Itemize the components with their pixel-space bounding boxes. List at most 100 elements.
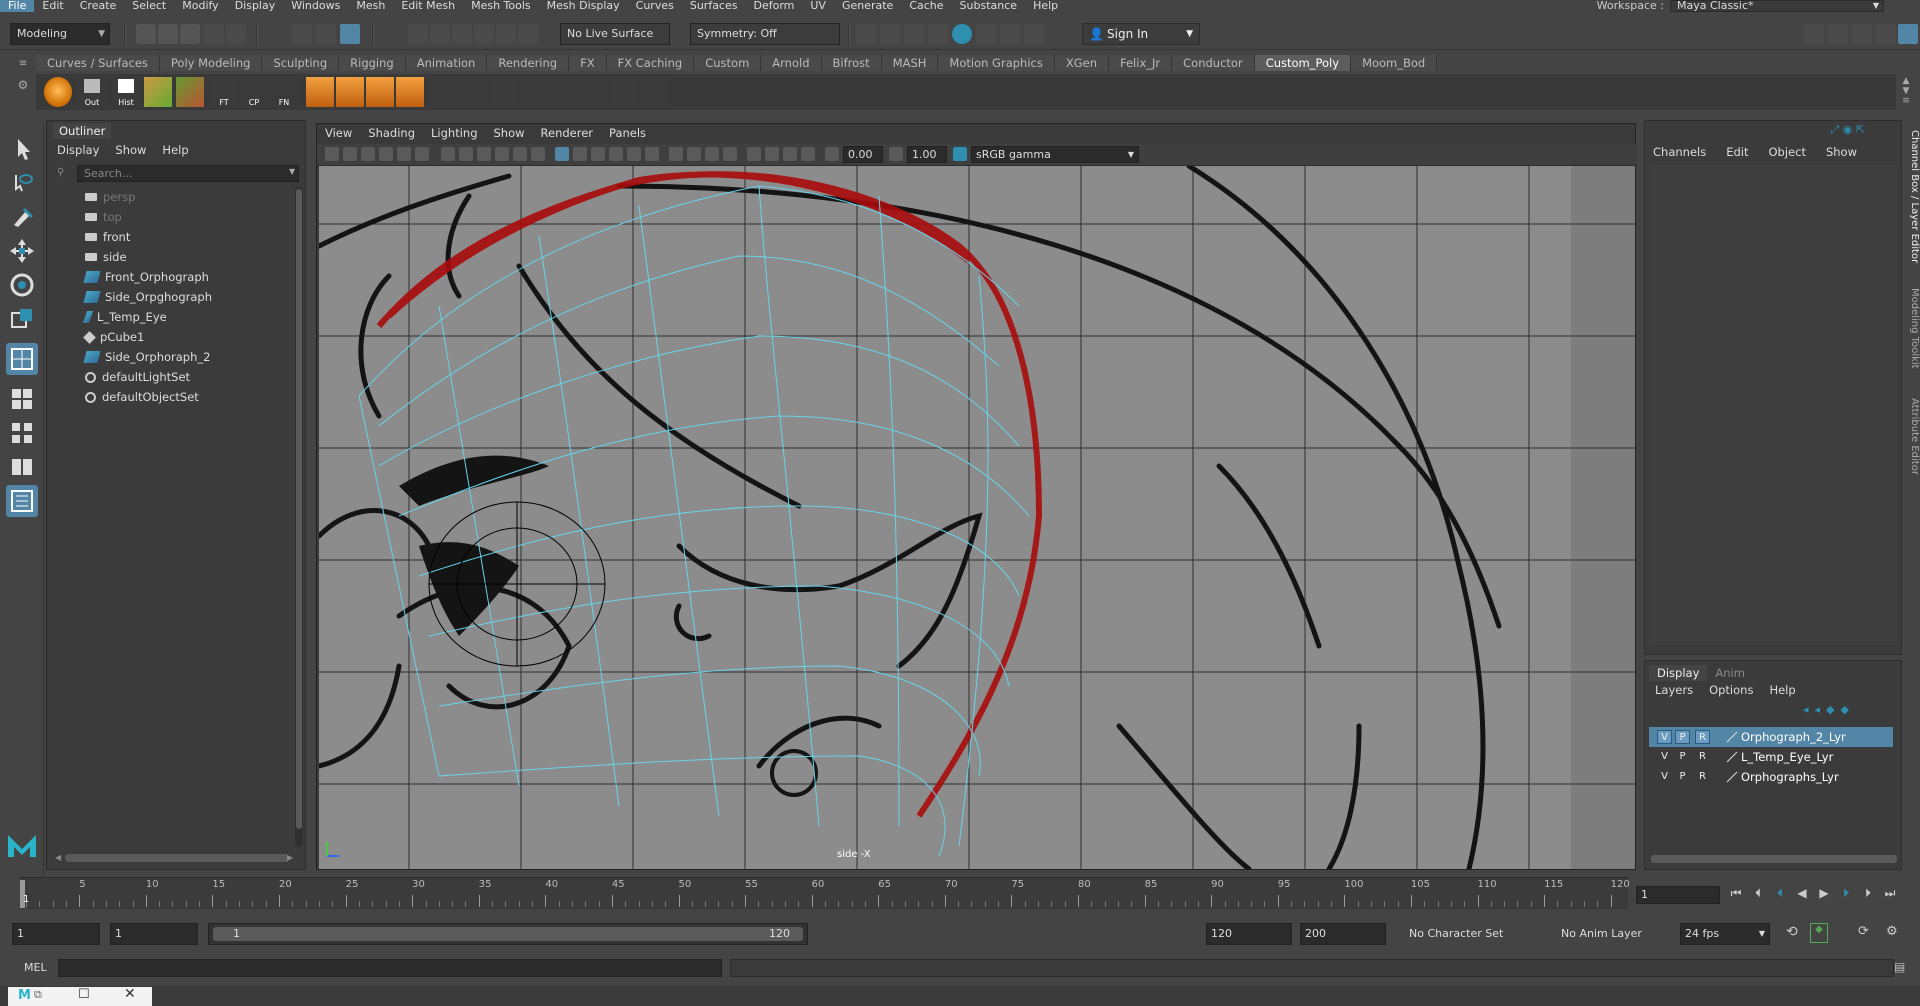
shelf-settings-icon[interactable]: ≡ ⚙ — [14, 55, 32, 111]
shelf-tab-conductor[interactable]: Conductor — [1172, 55, 1255, 71]
single-perspective-layout-icon[interactable] — [6, 343, 38, 375]
shadows-icon[interactable] — [645, 147, 659, 161]
redo-icon[interactable] — [226, 24, 246, 44]
rotate-tool-icon[interactable] — [6, 269, 38, 301]
layer-p-toggle[interactable]: P — [1675, 750, 1690, 764]
sign-in-button[interactable]: 👤 Sign In ▼ — [1082, 23, 1200, 45]
smooth-shade-icon[interactable] — [573, 147, 587, 161]
render-settings-icon[interactable] — [928, 24, 948, 44]
menu-create[interactable]: Create — [72, 0, 125, 12]
snap-view-icon[interactable] — [474, 24, 494, 44]
scroll-right-icon[interactable]: ▶ — [287, 853, 293, 862]
new-scene-icon[interactable] — [136, 24, 156, 44]
shelf-tab-mash[interactable]: MASH — [881, 55, 939, 71]
layer-r-toggle[interactable]: R — [1695, 770, 1710, 784]
side-tab-modeling-toolkit[interactable]: Modeling Toolkit — [1904, 288, 1920, 369]
shelf-tab-arnold[interactable]: Arnold — [761, 55, 822, 71]
smooth-mesh-icon[interactable] — [640, 77, 668, 107]
outliner-item[interactable]: defaultLightSet — [85, 367, 190, 387]
workspace-dropdown[interactable]: Maya Classic* ▼ — [1670, 0, 1884, 12]
channel-menu-object[interactable]: Object — [1769, 145, 1806, 159]
step-back-key-icon[interactable]: ⏴ — [1772, 884, 1788, 902]
anti-aliasing-icon[interactable] — [705, 147, 719, 161]
shelf-tab-curves-surfaces[interactable]: Curves / Surfaces — [36, 55, 160, 71]
side-tab-attribute-editor[interactable]: Attribute Editor — [1904, 398, 1920, 475]
exposure-icon[interactable] — [825, 147, 839, 161]
mel-label[interactable]: MEL — [6, 959, 54, 977]
arnold-ipr-icon[interactable] — [1000, 24, 1020, 44]
snap-point-icon[interactable] — [452, 24, 472, 44]
motion-blur-icon[interactable] — [687, 147, 701, 161]
live-surface-field[interactable]: No Live Surface — [560, 23, 670, 45]
select-object-icon[interactable] — [316, 24, 336, 44]
textured-icon[interactable] — [609, 147, 623, 161]
merge-vertices-icon[interactable] — [430, 77, 458, 107]
shelf-scroll-arrows-icon[interactable]: ▲ ▼ ≡ — [1898, 76, 1914, 108]
select-component-icon[interactable] — [340, 24, 360, 44]
hypershade-icon[interactable] — [952, 24, 972, 44]
layer-menu-options[interactable]: Options — [1709, 683, 1753, 697]
wireframe-shading-icon[interactable] — [555, 147, 569, 161]
isolate-select-icon[interactable] — [747, 147, 761, 161]
layer-hscrollbar[interactable] — [1651, 855, 1897, 863]
open-scene-icon[interactable] — [158, 24, 178, 44]
playback-start-field[interactable]: 1 — [110, 923, 198, 945]
poly-sphere-icon[interactable] — [44, 77, 72, 107]
layer-tab-anim[interactable]: Anim — [1707, 665, 1753, 681]
tool-settings-icon[interactable] — [1852, 24, 1872, 44]
edge-loop-icon[interactable] — [520, 77, 548, 107]
screen-space-ao-icon[interactable] — [669, 147, 683, 161]
go-to-end-icon[interactable]: ⏭ — [1882, 884, 1898, 902]
viewport-menu-shading[interactable]: Shading — [368, 126, 415, 140]
outliner-menu-show[interactable]: Show — [115, 143, 146, 157]
layer-row[interactable]: V P R Orphograph_2_Lyr — [1649, 727, 1893, 747]
channel-box-icon[interactable] — [1876, 24, 1896, 44]
auto-key-icon[interactable]: ◆ — [1810, 923, 1828, 943]
bridge-icon[interactable] — [396, 77, 424, 107]
shelf-tab-rendering[interactable]: Rendering — [487, 55, 570, 71]
menu-mesh-display[interactable]: Mesh Display — [539, 0, 628, 12]
outliner-menu-display[interactable]: Display — [57, 143, 99, 157]
menu-select[interactable]: Select — [124, 0, 174, 12]
use-all-lights-icon[interactable] — [627, 147, 641, 161]
view-transform-dropdown[interactable]: sRGB gamma ▼ — [971, 146, 1139, 163]
step-forward-frame-icon[interactable]: ⏵ — [1860, 884, 1876, 902]
restore-icon[interactable]: ⧉ — [34, 988, 42, 1002]
freeze-transforms-icon[interactable]: FT — [210, 77, 238, 107]
viewport-menu-renderer[interactable]: Renderer — [541, 126, 594, 140]
menu-file[interactable]: File — [0, 0, 35, 12]
channel-menu-channels[interactable]: Channels — [1653, 145, 1706, 159]
time-slider[interactable]: 5 10 15 20 25 30 35 40 45 50 55 60 65 70 75 80 85 90 95 100… — [20, 877, 1630, 909]
shelf-tab-animation[interactable]: Animation — [405, 55, 488, 71]
poly-cube-alt-icon[interactable] — [336, 77, 364, 107]
chevron-down-icon[interactable]: ▼ — [289, 167, 295, 176]
menu-help[interactable]: Help — [1025, 0, 1066, 12]
quad-panel-layout-icon[interactable] — [6, 417, 38, 449]
ipr-render-icon[interactable] — [904, 24, 924, 44]
layer-color-swatch-icon[interactable] — [1725, 770, 1739, 784]
viewport-menu-panels[interactable]: Panels — [609, 126, 646, 140]
shelf-tab-rigging[interactable]: Rigging — [339, 55, 406, 71]
outliner-tab[interactable]: Outliner — [53, 123, 112, 139]
film-gate-icon[interactable] — [459, 147, 473, 161]
menu-uv[interactable]: UV — [802, 0, 834, 12]
step-forward-key-icon[interactable]: ⏵ — [1838, 884, 1854, 902]
range-slider[interactable]: 1 120 — [208, 923, 808, 945]
attribute-editor-icon[interactable] — [1828, 24, 1848, 44]
lasso-tool-icon[interactable] — [6, 167, 38, 199]
viewport-menu-lighting[interactable]: Lighting — [431, 126, 477, 140]
color-management-icon[interactable] — [953, 147, 967, 161]
channel-box-header-icons[interactable]: ⤢ ◉ ⇱ — [1805, 123, 1865, 137]
layer-color-swatch-icon[interactable] — [1725, 730, 1739, 744]
layer-v-toggle[interactable]: V — [1657, 750, 1672, 764]
layer-r-toggle[interactable]: R — [1695, 730, 1710, 744]
fps-dropdown[interactable]: 24 fps ▼ — [1680, 923, 1770, 945]
resolution-gate-icon[interactable] — [477, 147, 491, 161]
outliner-item[interactable]: defaultObjectSet — [85, 387, 199, 407]
snap-curve-icon[interactable] — [430, 24, 450, 44]
maximize-icon[interactable]: ☐ — [78, 987, 90, 1002]
select-tool-icon[interactable] — [6, 133, 38, 165]
outliner-item[interactable]: Side_Orphoraph_2 — [83, 347, 210, 367]
extrude-icon[interactable] — [366, 77, 394, 107]
viewport-menu-show[interactable]: Show — [494, 126, 525, 140]
